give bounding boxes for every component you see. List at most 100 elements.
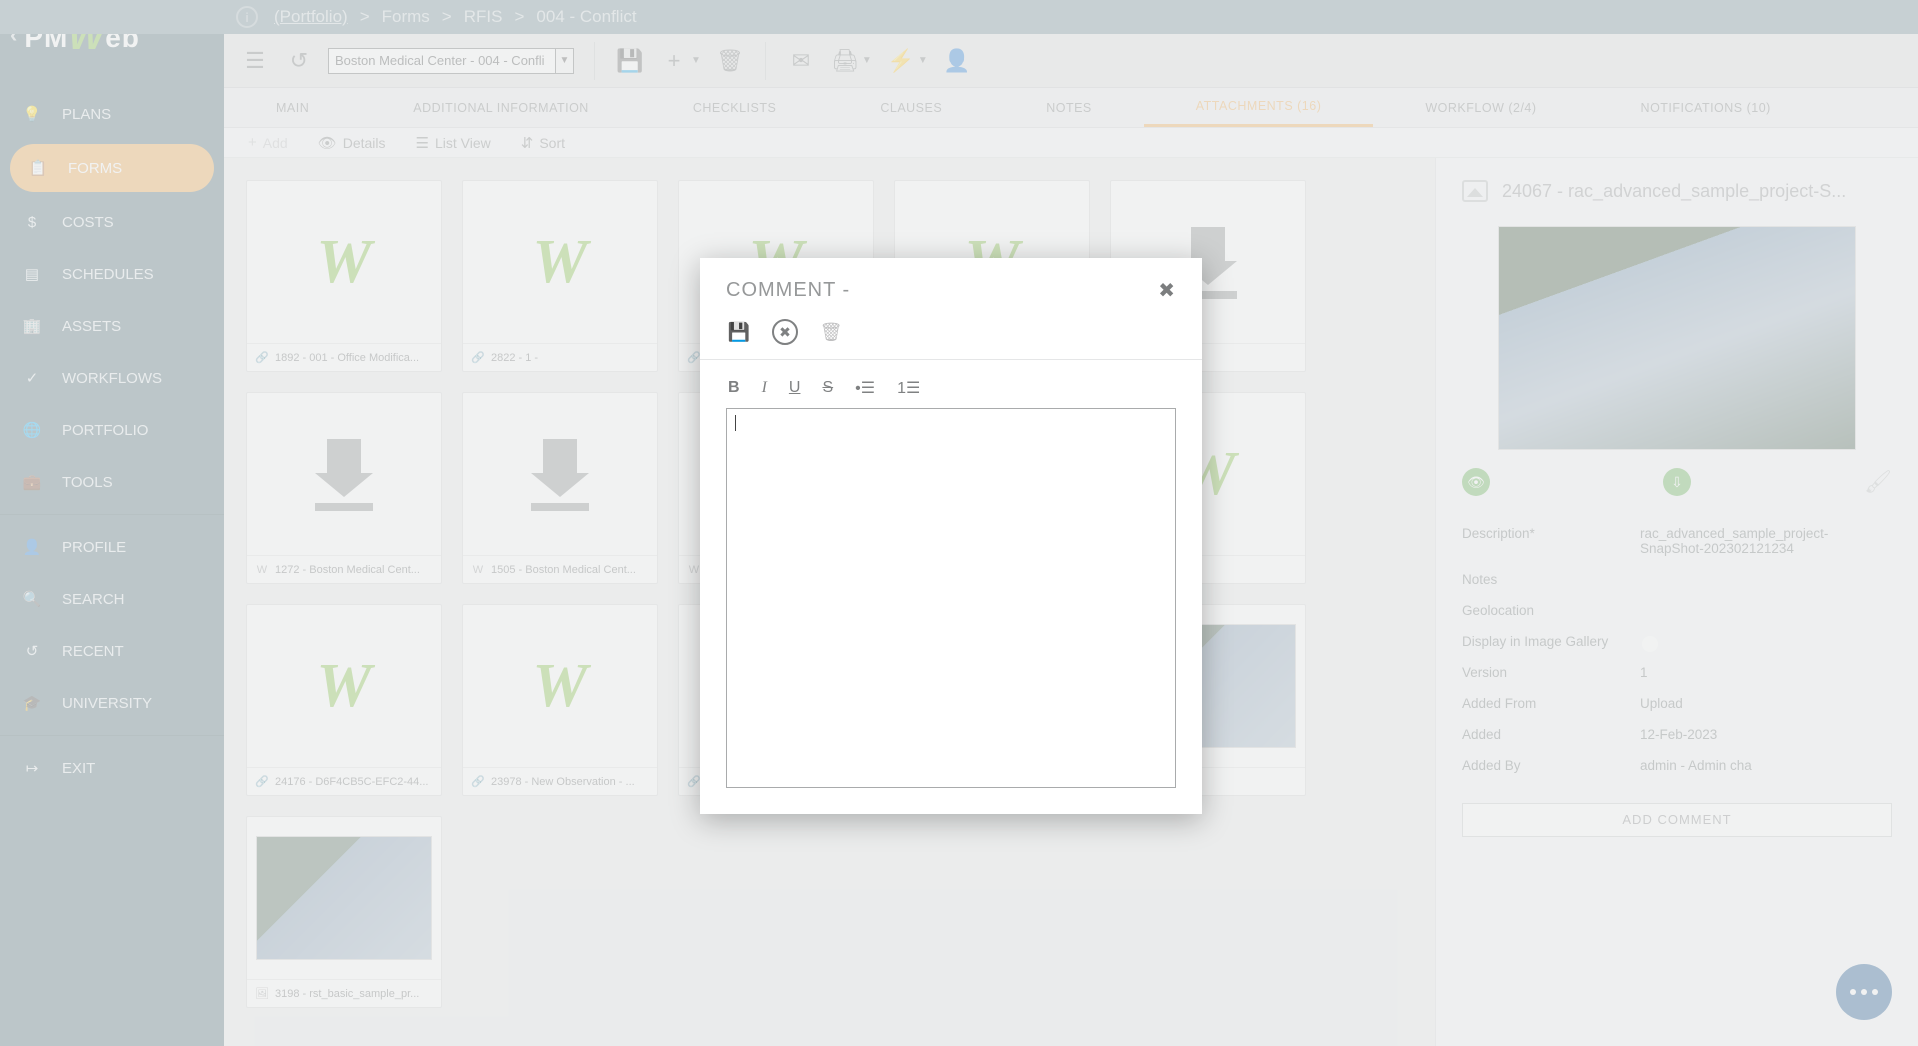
print-button[interactable]: 🖨▼	[830, 46, 872, 76]
more-actions-fab[interactable]	[1836, 964, 1892, 1020]
attachment-label: 24176 - D6F4CB5C-EFC2-44...	[275, 776, 428, 788]
attachment-label: 1892 - 001 - Office Modifica...	[275, 352, 419, 364]
tab-workflow[interactable]: WORKFLOW (2/4)	[1373, 88, 1588, 127]
italic-button[interactable]: I	[762, 379, 767, 397]
comment-editor[interactable]	[726, 408, 1176, 788]
tab-notes[interactable]: NOTES	[994, 88, 1144, 127]
save-comment-icon[interactable]: 💾	[726, 319, 752, 345]
sidebar-item-label: WORKFLOWS	[62, 370, 162, 387]
doc-icon: W	[255, 563, 269, 577]
attachment-card[interactable]: 🖼3198 - rst_basic_sample_pr...	[246, 816, 442, 1008]
attachment-thumbnail: W	[463, 181, 657, 343]
unordered-list-button[interactable]: •☰	[855, 378, 875, 398]
tab-additional-information[interactable]: ADDITIONAL INFORMATION	[361, 88, 641, 127]
sidebar-item-label: SEARCH	[62, 591, 125, 608]
sidebar-item-exit[interactable]: ↦EXIT	[0, 742, 224, 794]
sidebar-item-recent[interactable]: ↺RECENT	[0, 625, 224, 677]
history-icon[interactable]: ↺	[284, 46, 314, 76]
attachment-thumbnail: W	[247, 605, 441, 767]
ordered-list-button[interactable]: 1☰	[897, 378, 920, 398]
tab-checklists[interactable]: CHECKLISTS	[641, 88, 829, 127]
version-value: 1	[1640, 665, 1892, 680]
record-selector[interactable]: ▼	[328, 48, 574, 74]
info-icon[interactable]: i	[236, 6, 258, 28]
sidebar-item-plans[interactable]: 💡PLANS	[0, 88, 224, 140]
attachment-label: 23978 - New Observation - ...	[491, 776, 635, 788]
sidebar-item-portfolio[interactable]: 🌐PORTFOLIO	[0, 404, 224, 456]
attachment-card[interactable]: W1505 - Boston Medical Cent...	[462, 392, 658, 584]
tab-attachments[interactable]: ATTACHMENTS (16)	[1144, 88, 1374, 127]
breadcrumb-bar: i (Portfolio) > Forms > RFIS > 004 - Con…	[0, 0, 1918, 34]
annotate-button[interactable]: 🖌	[1864, 469, 1892, 495]
list-toggle-icon[interactable]: ☰	[240, 46, 270, 76]
toolbar-separator	[765, 42, 766, 80]
chevron-down-icon[interactable]: ▼	[862, 55, 872, 66]
record-selector-input[interactable]	[328, 48, 574, 74]
chevron-down-icon[interactable]: ▼	[918, 55, 928, 66]
list-icon: ☰	[416, 134, 429, 152]
addedby-label: Added By	[1462, 758, 1640, 773]
breadcrumb-record: 004 - Conflict	[536, 7, 636, 27]
underline-button[interactable]: U	[789, 379, 801, 397]
addedby-value: admin - Admin cha	[1640, 758, 1892, 773]
attachment-card[interactable]: W🔗1892 - 001 - Office Modifica...	[246, 180, 442, 372]
sidebar-item-workflows[interactable]: ✓WORKFLOWS	[0, 352, 224, 404]
bold-button[interactable]: B	[728, 379, 740, 397]
history-icon: ↺	[20, 639, 44, 663]
sidebar-item-tools[interactable]: 💼TOOLS	[0, 456, 224, 508]
sidebar-item-schedules[interactable]: ▤SCHEDULES	[0, 248, 224, 300]
sidebar-item-search[interactable]: 🔍SEARCH	[0, 573, 224, 625]
detail-preview-image[interactable]	[1498, 226, 1856, 450]
addedfrom-value: Upload	[1640, 696, 1892, 711]
doc-icon: W	[687, 563, 701, 577]
attachment-footer: 🔗1892 - 001 - Office Modifica...	[247, 343, 441, 371]
sidebar-item-forms[interactable]: 📋FORMS	[10, 144, 214, 192]
download-button[interactable]: ⇩	[1663, 468, 1691, 496]
sidebar: 💡PLANS 📋FORMS $COSTS ▤SCHEDULES 🏢ASSETS …	[0, 70, 224, 1046]
add-comment-button[interactable]: ADD COMMENT	[1462, 803, 1892, 837]
delete-icon[interactable]: 🗑	[715, 46, 745, 76]
link-icon: 🔗	[255, 775, 269, 789]
attachment-footer: 🔗2822 - 1 -	[463, 343, 657, 371]
delete-comment-icon: 🗑	[818, 319, 844, 345]
sort-label: Sort	[539, 135, 565, 151]
pmweb-logo-icon: W	[532, 227, 587, 298]
tab-notifications[interactable]: NOTIFICATIONS (10)	[1589, 88, 1823, 127]
breadcrumb-rfis[interactable]: RFIS	[464, 7, 503, 27]
details-button[interactable]: 👁Details	[318, 134, 386, 152]
plus-icon: +	[659, 46, 689, 76]
strikethrough-button[interactable]: S	[822, 379, 833, 397]
view-button[interactable]: 👁	[1462, 468, 1490, 496]
rte-toolbar: B I U S •☰ 1☰	[726, 378, 1176, 408]
save-icon[interactable]: 💾	[615, 46, 645, 76]
sidebar-item-label: COSTS	[62, 214, 114, 231]
chevron-down-icon[interactable]: ▼	[691, 55, 701, 66]
cancel-comment-icon[interactable]: ✖	[772, 319, 798, 345]
chevron-down-icon[interactable]: ▼	[555, 49, 573, 73]
attachment-card[interactable]: W1272 - Boston Medical Cent...	[246, 392, 442, 584]
clipboard-icon: 📋	[26, 156, 50, 180]
sidebar-item-costs[interactable]: $ COSTS	[0, 196, 224, 248]
breadcrumb-sep: >	[438, 7, 456, 27]
attachment-footer: 🖼3198 - rst_basic_sample_pr...	[247, 979, 441, 1007]
attachment-card[interactable]: W 🔗2822 - 1 -	[462, 180, 658, 372]
tab-clauses[interactable]: CLAUSES	[828, 88, 994, 127]
sidebar-item-assets[interactable]: 🏢ASSETS	[0, 300, 224, 352]
sidebar-item-profile[interactable]: 👤PROFILE	[0, 521, 224, 573]
dollar-icon: $	[20, 210, 44, 234]
list-view-button[interactable]: ☰List View	[416, 134, 491, 152]
email-icon[interactable]: ✉	[786, 46, 816, 76]
breadcrumb-forms[interactable]: Forms	[382, 7, 430, 27]
close-icon[interactable]: ✖	[1158, 278, 1176, 303]
plus-icon: +	[248, 134, 257, 151]
attachment-card[interactable]: W🔗23978 - New Observation - ...	[462, 604, 658, 796]
sidebar-item-university[interactable]: 🎓UNIVERSITY	[0, 677, 224, 729]
attachment-card[interactable]: W 🔗 24176 - D6F4CB5C-EFC2-44...	[246, 604, 442, 796]
assign-user-icon[interactable]: 👤	[942, 46, 972, 76]
sort-button[interactable]: ⇵Sort	[521, 134, 565, 152]
building-icon: 🏢	[20, 314, 44, 338]
tab-main[interactable]: MAIN	[224, 88, 361, 127]
breadcrumb-portfolio[interactable]: (Portfolio)	[274, 7, 348, 27]
action-button[interactable]: ⚡▼	[886, 46, 928, 76]
add-record-button[interactable]: +▼	[659, 46, 701, 76]
